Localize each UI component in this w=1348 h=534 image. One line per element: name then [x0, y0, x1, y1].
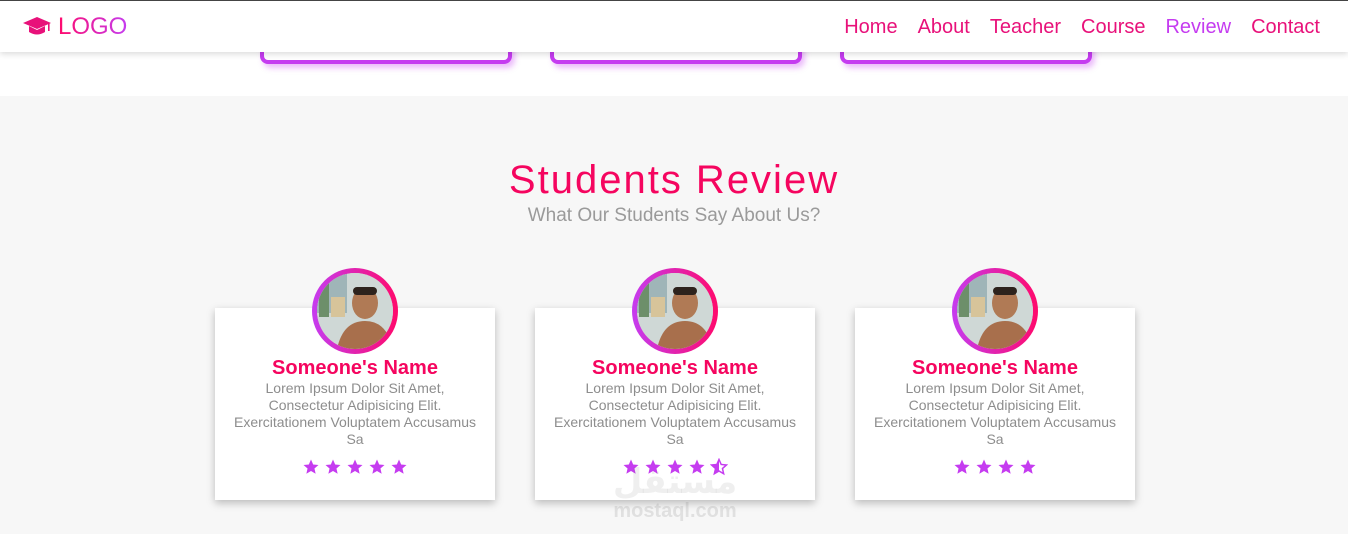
star-icon [391, 459, 407, 474]
avatar [317, 273, 393, 349]
avatar-ring [632, 268, 718, 354]
review-card: Someone's Name Lorem Ipsum Dolor Sit Ame… [215, 268, 495, 500]
star-icon [1020, 459, 1036, 474]
logo-link[interactable]: LOGO [22, 13, 127, 41]
reviewer-name: Someone's Name [592, 357, 758, 379]
page: LOGO Home About Teacher Course Review Co… [0, 0, 1348, 534]
previous-section-strip [0, 42, 1348, 96]
reviewer-name: Someone's Name [912, 357, 1078, 379]
star-icon [954, 459, 970, 474]
star-rating [855, 458, 1135, 476]
nav-course[interactable]: Course [1081, 15, 1145, 39]
nav-about[interactable]: About [918, 15, 970, 39]
avatar-ring [952, 268, 1038, 354]
star-icon [347, 459, 363, 474]
avatar-ring [312, 268, 398, 354]
logo-text: LOGO [58, 13, 128, 40]
avatar [637, 273, 713, 349]
reviewer-name: Someone's Name [272, 357, 438, 379]
watermark-arabic: مستقل [612, 463, 738, 501]
star-icon [303, 459, 319, 474]
header: LOGO Home About Teacher Course Review Co… [0, 0, 1348, 52]
review-text: Lorem Ipsum Dolor Sit Amet, Consectetur … [553, 380, 796, 447]
review-text: Lorem Ipsum Dolor Sit Amet, Consectetur … [233, 380, 476, 447]
main-nav: Home About Teacher Course Review Contact [844, 15, 1320, 39]
nav-review[interactable]: Review [1165, 15, 1231, 39]
section-title: Students Review [508, 158, 840, 202]
review-text: Lorem Ipsum Dolor Sit Amet, Consectetur … [873, 380, 1116, 447]
star-icon [976, 459, 992, 474]
review-card: Someone's Name Lorem Ipsum Dolor Sit Ame… [855, 268, 1135, 500]
star-icon [998, 459, 1014, 474]
nav-contact[interactable]: Contact [1251, 15, 1320, 39]
graduation-cap-icon [23, 17, 51, 35]
star-rating [215, 458, 495, 476]
section-subtitle: What Our Students Say About Us? [527, 205, 821, 226]
star-icon [325, 459, 341, 474]
watermark-text: mostaql.com [613, 500, 737, 522]
star-icon [369, 459, 385, 474]
avatar [957, 273, 1033, 349]
nav-teacher[interactable]: Teacher [990, 15, 1061, 39]
nav-home[interactable]: Home [844, 15, 897, 39]
